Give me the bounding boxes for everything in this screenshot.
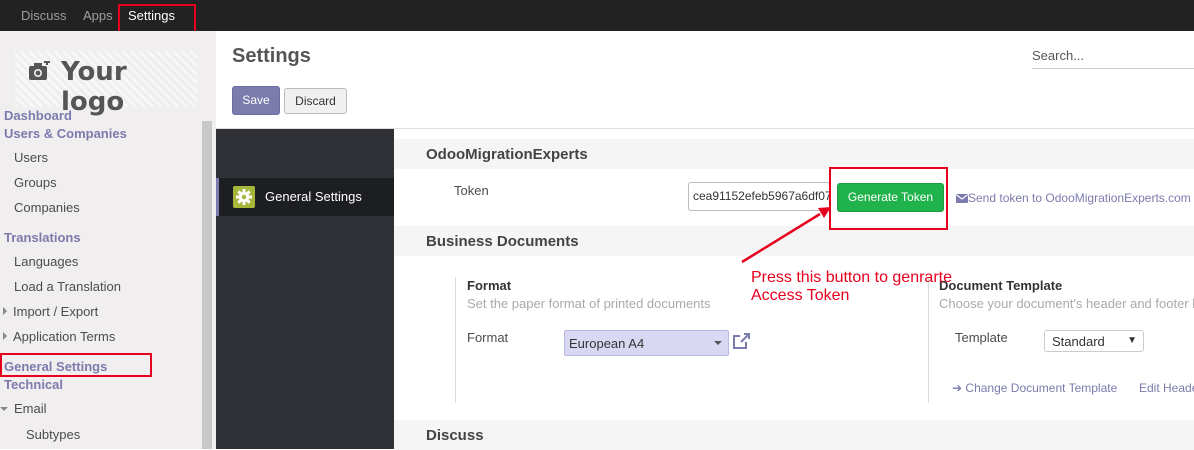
annotation-text-line1: Press this button to genrarte (751, 269, 952, 286)
annotation-text-line2: Access Token (751, 287, 850, 304)
annotation-arrow-icon (741, 207, 831, 264)
